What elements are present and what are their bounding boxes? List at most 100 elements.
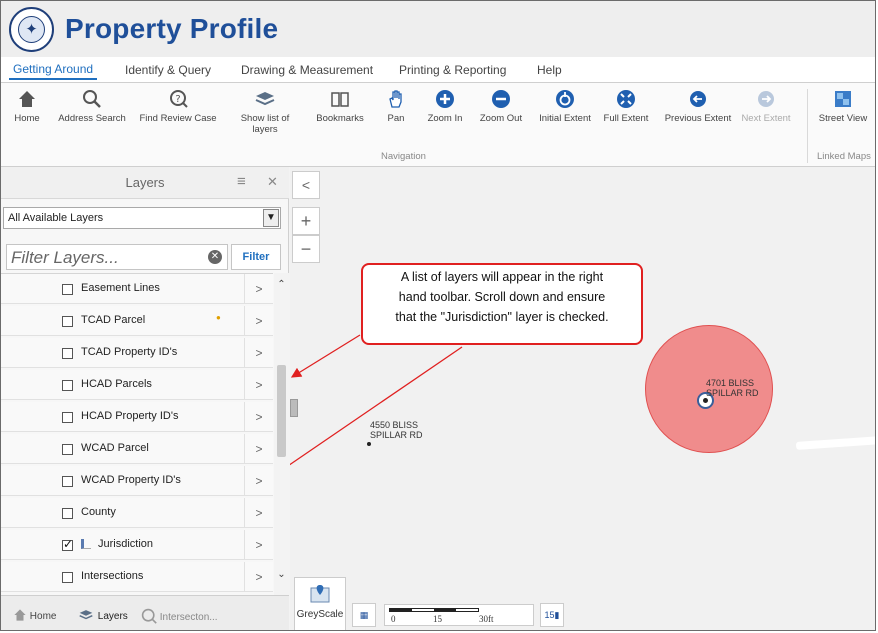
layer-checkbox-checked[interactable] [62, 537, 73, 551]
tab-drawing-measurement[interactable]: Drawing & Measurement [241, 61, 373, 79]
layer-checkbox[interactable] [62, 476, 73, 487]
show-layers-button[interactable]: Show list of layers [235, 89, 295, 135]
layer-list: Easement Lines > TCAD Parcel ● > TCAD Pr… [1, 273, 273, 595]
bottom-tab-layers[interactable]: Layers [77, 608, 128, 622]
chevron-right-icon[interactable]: > [244, 434, 273, 464]
layer-label: HCAD Property ID's [81, 410, 179, 422]
pan-button[interactable]: Pan [381, 89, 411, 124]
layer-row-county[interactable]: County > [1, 498, 273, 528]
layer-label: WCAD Parcel [81, 442, 149, 454]
layer-category-value: All Available Layers [8, 212, 104, 224]
full-extent-label: Full Extent [603, 113, 649, 124]
bookmarks-button[interactable]: Bookmarks [315, 89, 365, 124]
pan-label: Pan [387, 113, 405, 124]
layer-checkbox[interactable] [62, 380, 73, 391]
chevron-right-icon[interactable]: > [244, 338, 273, 368]
zoom-in-icon [436, 90, 454, 108]
clear-filter-icon[interactable]: ✕ [208, 250, 222, 264]
address-line1: 4550 BLISS [370, 420, 419, 430]
chevron-right-icon[interactable]: > [244, 402, 273, 432]
scale-level-icon[interactable]: 15▮ [540, 603, 564, 627]
find-review-case-button[interactable]: ? Find Review Case [137, 89, 219, 124]
tab-identify-query[interactable]: Identify & Query [125, 61, 211, 79]
chevron-right-icon[interactable]: > [244, 306, 273, 336]
zoom-out-label: Zoom Out [479, 113, 523, 124]
layer-row-hcad-parcels[interactable]: HCAD Parcels > [1, 370, 273, 400]
layer-row-intersections[interactable]: Intersections > [1, 562, 273, 592]
map-zoom-out-button[interactable]: − [292, 235, 320, 263]
chevron-right-icon[interactable]: > [244, 466, 273, 496]
scale-bar: 0 15 30ft [384, 604, 534, 626]
layer-row-wcad-property-ids[interactable]: WCAD Property ID's > [1, 466, 273, 496]
address-line1: 4701 BLISS [706, 378, 755, 388]
layer-category-select[interactable]: All Available Layers ▼ [3, 207, 281, 229]
svg-text:?: ? [175, 94, 180, 105]
street-view-button[interactable]: Street View [813, 89, 873, 124]
filter-button[interactable]: Filter [231, 244, 281, 270]
chevron-right-icon[interactable]: > [244, 530, 273, 560]
basemap-toggle[interactable]: GreyScale [294, 577, 346, 630]
layer-row-jurisdiction[interactable]: Jurisdiction > [1, 530, 273, 560]
annotation-arrows [290, 334, 463, 466]
previous-extent-icon [690, 91, 706, 107]
collapse-panel-button[interactable]: < [292, 171, 320, 199]
coordinate-tool-icon[interactable]: ▦ [352, 603, 376, 627]
chevron-right-icon[interactable]: > [244, 498, 273, 528]
find-case-icon: ? [170, 90, 188, 108]
layer-checkbox[interactable] [62, 348, 73, 359]
scroll-up-icon[interactable]: ⌃ [276, 279, 287, 290]
bottom-tab-intersection[interactable]: Intersecton... [141, 608, 218, 624]
layer-checkbox[interactable] [62, 572, 73, 583]
layer-row-tcad-parcel[interactable]: TCAD Parcel ● > [1, 306, 273, 336]
layers-icon [79, 610, 93, 620]
tab-help[interactable]: Help [537, 61, 562, 79]
tab-printing-reporting[interactable]: Printing & Reporting [399, 61, 506, 79]
previous-extent-button[interactable]: Previous Extent [661, 89, 735, 124]
scale-tick: 15 [433, 614, 442, 624]
next-extent-button[interactable]: Next Extent [741, 89, 791, 124]
layer-checkbox[interactable] [62, 284, 73, 295]
layer-list-scrollbar[interactable]: ⌃ ⌄ [274, 273, 289, 595]
address-label-4701: 4701 BLISS SPILLAR RD [706, 378, 759, 398]
scale-tick: 0 [391, 614, 396, 624]
layer-checkbox[interactable] [62, 508, 73, 519]
chevron-right-icon[interactable]: > [244, 562, 273, 592]
panel-bottom-tabs: Home Layers Intersecton... [1, 595, 289, 630]
full-extent-button[interactable]: Full Extent [603, 89, 649, 124]
layer-checkbox[interactable] [62, 316, 73, 327]
initial-extent-icon [556, 90, 574, 108]
zoom-in-button[interactable]: Zoom In [425, 89, 465, 124]
pan-hand-icon [389, 90, 402, 108]
address-search-button[interactable]: Address Search [57, 89, 127, 124]
layer-label: County [81, 506, 116, 518]
layer-row-tcad-property-ids[interactable]: TCAD Property ID's > [1, 338, 273, 368]
previous-extent-label: Previous Extent [664, 113, 732, 124]
chevron-right-icon[interactable]: > [244, 274, 273, 304]
chevron-right-icon[interactable]: > [244, 370, 273, 400]
map-zoom-in-button[interactable]: + [292, 207, 320, 235]
layers-icon [255, 92, 275, 106]
map-view[interactable]: < + − 4701 BLISS SPILLAR RD 4550 BLISS S… [290, 167, 875, 630]
home-button[interactable]: Home [9, 89, 45, 124]
panel-menu-icon[interactable]: ≡ [237, 173, 246, 190]
initial-extent-label: Initial Extent [539, 113, 591, 124]
layers-panel: Layers ≡ ✕ All Available Layers ▼ Filter… [1, 167, 289, 630]
scroll-down-icon[interactable]: ⌄ [276, 569, 287, 580]
address-line2: SPILLAR RD [706, 388, 759, 398]
layer-checkbox[interactable] [62, 412, 73, 423]
next-extent-label: Next Extent [741, 113, 791, 124]
tab-getting-around[interactable]: Getting Around [9, 60, 98, 80]
initial-extent-button[interactable]: Initial Extent [535, 89, 595, 124]
panel-resize-handle[interactable] [290, 399, 298, 417]
navigation-group-label: Navigation [381, 151, 426, 162]
layer-row-hcad-property-ids[interactable]: HCAD Property ID's > [1, 402, 273, 432]
layer-row-wcad-parcel[interactable]: WCAD Parcel > [1, 434, 273, 464]
home-button-label: Home [14, 113, 40, 124]
bottom-tab-home[interactable]: Home [13, 608, 56, 622]
zoom-out-button[interactable]: Zoom Out [477, 89, 525, 124]
panel-close-icon[interactable]: ✕ [267, 174, 278, 190]
layer-row-easement-lines[interactable]: Easement Lines > [1, 274, 273, 304]
scrollbar-thumb[interactable] [277, 365, 286, 457]
layer-checkbox[interactable] [62, 444, 73, 455]
filter-layers-input[interactable]: Filter Layers... [6, 244, 228, 270]
